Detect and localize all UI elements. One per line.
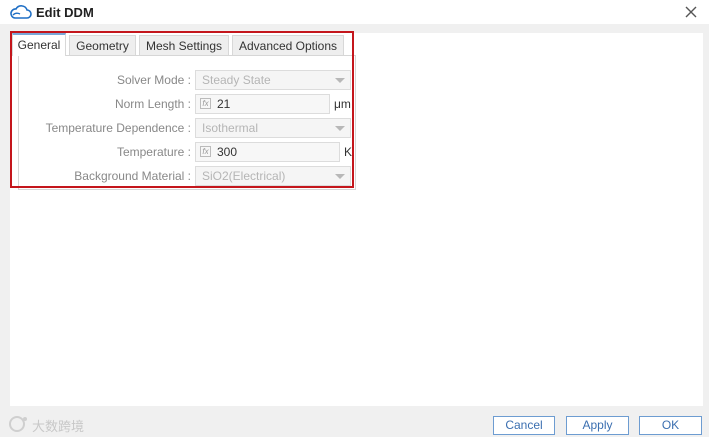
background-material-label: Background Material :	[74, 169, 191, 183]
expression-icon[interactable]: fx	[200, 146, 211, 157]
chevron-down-icon	[335, 78, 345, 83]
norm-length-input[interactable]: fx 21	[195, 94, 330, 114]
watermark-text: 大数跨境	[32, 419, 85, 434]
temperature-input[interactable]: fx 300	[195, 142, 340, 162]
background-material-row: Background Material : SiO2(Electrical)	[19, 166, 355, 186]
tab-geometry[interactable]: Geometry	[69, 35, 136, 55]
watermark: 大数跨境	[8, 414, 98, 434]
cloud-icon	[10, 5, 32, 19]
norm-length-row: Norm Length : fx 21 μm	[19, 94, 355, 114]
solver-mode-label: Solver Mode :	[116, 73, 191, 87]
dialog-content: General Geometry Mesh Settings Advanced …	[10, 33, 703, 406]
general-form: Solver Mode : Steady State Norm Length :…	[18, 55, 356, 190]
ok-button[interactable]: OK	[639, 416, 702, 435]
cancel-button[interactable]: Cancel	[493, 416, 555, 435]
chevron-down-icon	[335, 174, 345, 179]
norm-length-value: 21	[217, 97, 231, 111]
background-material-value: SiO2(Electrical)	[202, 169, 286, 183]
close-icon	[685, 6, 697, 18]
title-bar: Edit DDM	[0, 0, 709, 24]
temperature-dependence-value: Isothermal	[202, 121, 259, 135]
norm-length-unit: μm	[334, 97, 351, 111]
tab-mesh-settings[interactable]: Mesh Settings	[139, 35, 229, 55]
chevron-down-icon	[335, 126, 345, 131]
temperature-label: Temperature :	[116, 145, 191, 159]
norm-length-label: Norm Length :	[114, 97, 191, 111]
temperature-row: Temperature : fx 300 K	[19, 142, 355, 162]
solver-mode-value: Steady State	[202, 73, 271, 87]
solver-mode-select[interactable]: Steady State	[195, 70, 351, 90]
watermark-logo-icon	[9, 416, 27, 432]
temperature-dependence-label: Temperature Dependence :	[45, 121, 191, 135]
temperature-unit: K	[344, 145, 353, 159]
temperature-dependence-row: Temperature Dependence : Isothermal	[19, 118, 355, 138]
temperature-dependence-select[interactable]: Isothermal	[195, 118, 351, 138]
apply-button[interactable]: Apply	[566, 416, 629, 435]
expression-icon[interactable]: fx	[200, 98, 211, 109]
window-title: Edit DDM	[36, 5, 94, 20]
solver-mode-row: Solver Mode : Steady State	[19, 70, 355, 90]
close-button[interactable]	[681, 2, 701, 22]
background-material-select[interactable]: SiO2(Electrical)	[195, 166, 351, 186]
tab-advanced-options[interactable]: Advanced Options	[232, 35, 344, 55]
temperature-value: 300	[217, 145, 238, 159]
tab-general[interactable]: General	[12, 33, 66, 56]
